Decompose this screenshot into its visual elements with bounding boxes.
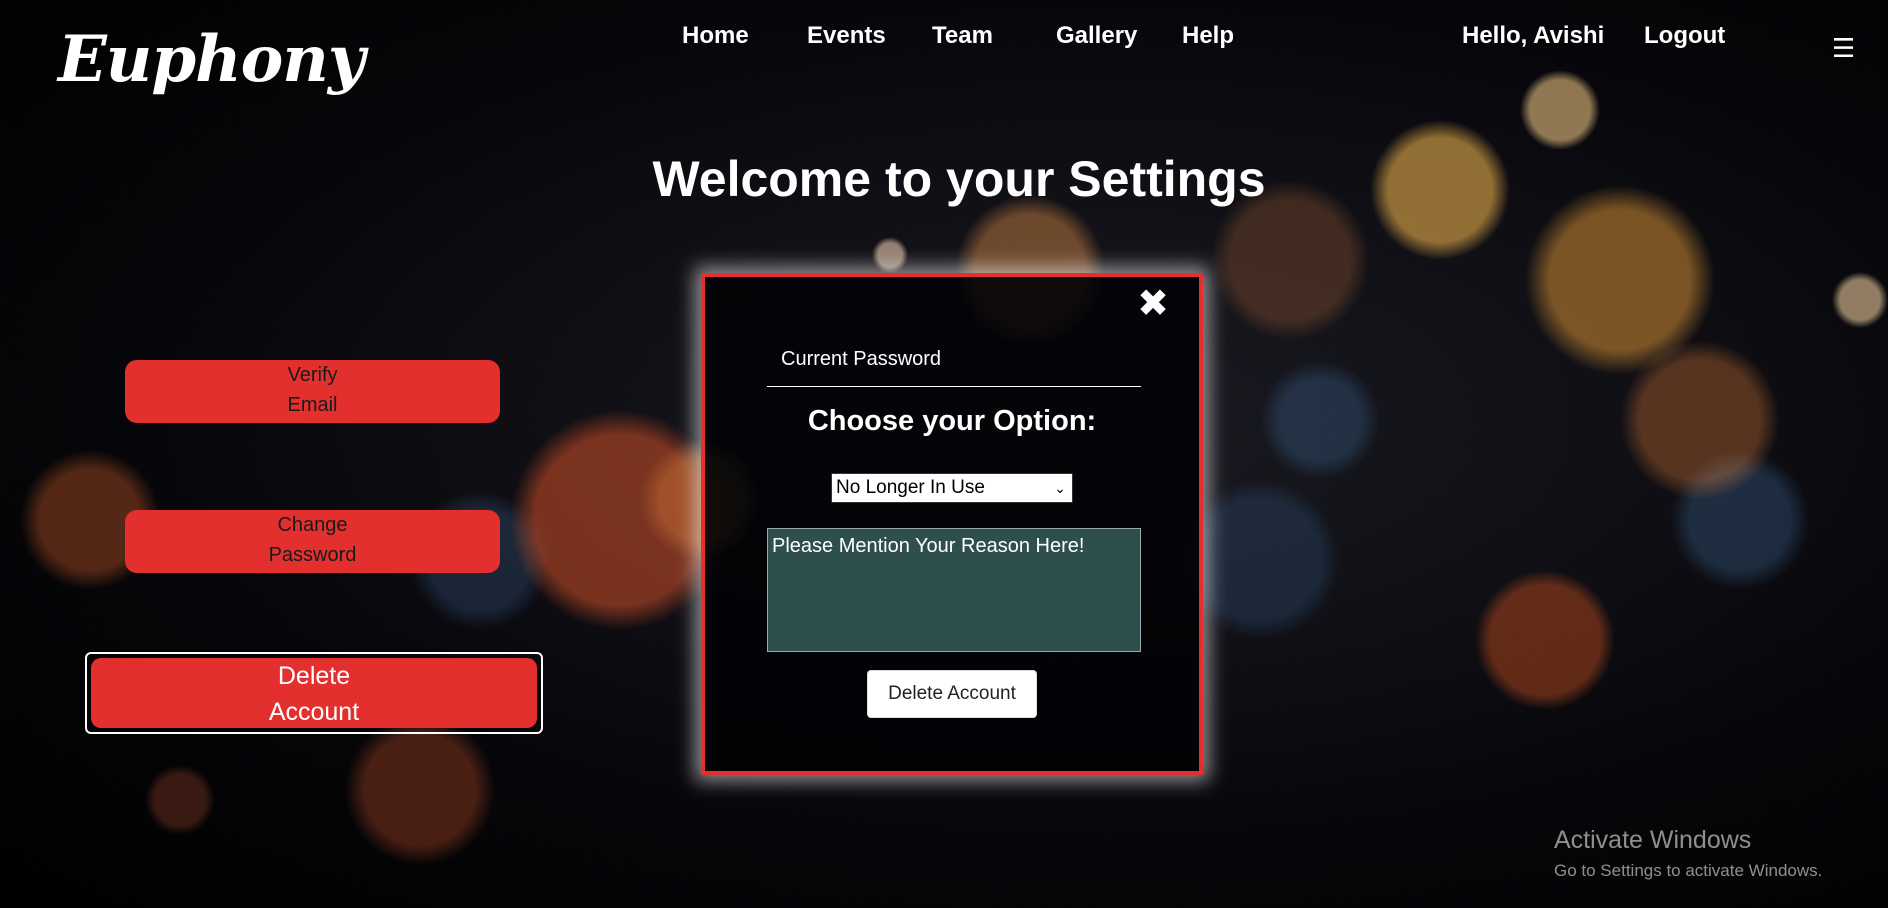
change-password-label-line1: Change [277,514,348,536]
verify-email-label-line2: Email [287,394,338,416]
logo[interactable]: Euphony [58,22,365,97]
change-password-label-line2: Password [268,544,357,566]
choose-option-heading: Choose your Option: [807,405,1097,437]
verify-email-label-line1: Verify [287,364,338,386]
close-icon[interactable]: ✖ [1137,281,1169,325]
nav-help[interactable]: Help [1182,22,1234,50]
user-greeting[interactable]: Hello, Avishi [1462,22,1604,50]
watermark-line1: Activate Windows [1554,826,1752,854]
logout-link[interactable]: Logout [1644,22,1725,50]
delete-account-button-frame: Delete Account [85,652,543,734]
verify-email-button[interactable]: Verify Email [125,360,500,423]
hamburger-menu-icon[interactable]: ☰ [1832,34,1855,64]
delete-account-label-line2: Account [268,698,360,726]
nav-gallery[interactable]: Gallery [1056,22,1137,50]
watermark-line2: Go to Settings to activate Windows. [1554,861,1823,880]
reason-select[interactable]: No Longer In Use ⌄ [831,473,1073,503]
nav-events[interactable]: Events [807,22,886,50]
current-password-input[interactable] [767,333,1141,387]
page-title: Welcome to your Settings [652,151,1266,207]
confirm-delete-account-button[interactable]: Delete Account [867,670,1037,718]
delete-account-label-line1: Delete [277,662,351,690]
delete-account-button[interactable]: Delete Account [91,658,537,728]
chevron-down-icon: ⌄ [1054,480,1066,496]
nav-home[interactable]: Home [682,22,749,50]
reason-select-value: No Longer In Use [836,477,985,498]
nav-team[interactable]: Team [932,22,993,50]
windows-activation-watermark: Activate Windows Go to Settings to activ… [1554,826,1822,881]
change-password-button[interactable]: Change Password [125,510,500,573]
reason-textarea[interactable]: Please Mention Your Reason Here! [767,528,1141,652]
delete-account-modal: ✖ Choose your Option: No Longer In Use ⌄… [701,273,1203,775]
